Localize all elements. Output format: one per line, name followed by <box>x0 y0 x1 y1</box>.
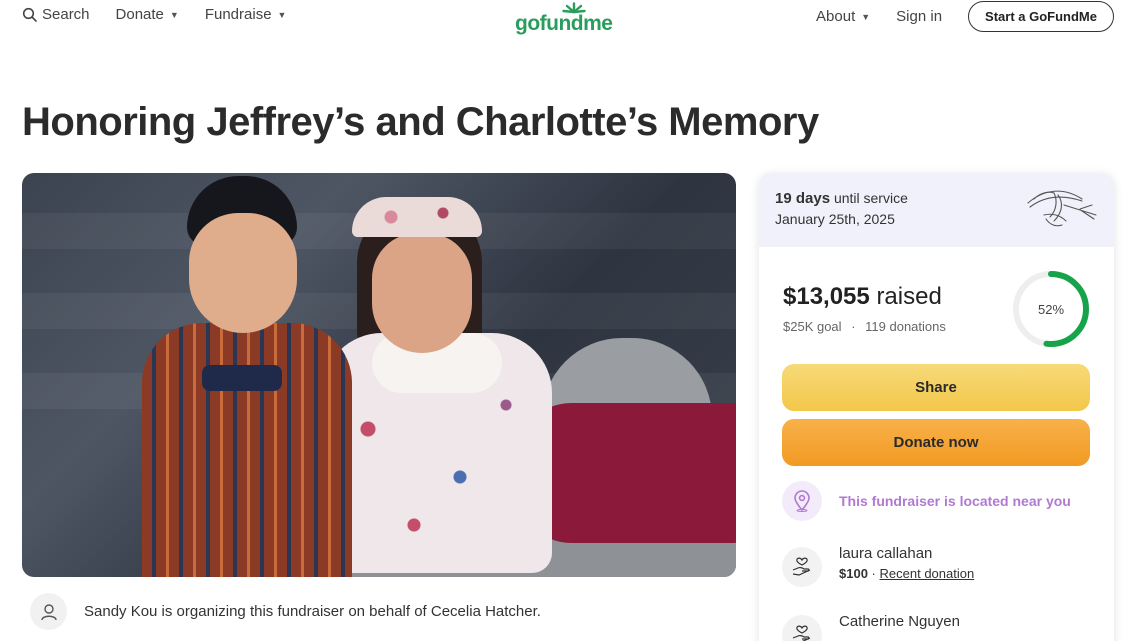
search-link[interactable]: Search <box>22 6 90 23</box>
service-banner: 19 days until service January 25th, 2025 <box>759 173 1114 247</box>
sign-in-link[interactable]: Sign in <box>896 8 942 25</box>
fundraiser-photo[interactable] <box>22 173 736 577</box>
raised-suffix: raised <box>876 283 942 310</box>
donation-card: 19 days until service January 25th, 2025… <box>759 173 1114 641</box>
about-menu-label: About <box>816 8 856 25</box>
donate-now-button[interactable]: Donate now <box>782 419 1090 466</box>
days-until: 19 days <box>775 190 831 207</box>
about-menu[interactable]: About ▼ <box>816 8 870 25</box>
recent-donation-link[interactable]: Recent donation <box>880 566 975 581</box>
boy-bowtie <box>202 365 282 391</box>
nav-left: Search Donate ▼ Fundraise ▼ <box>22 6 286 23</box>
search-label: Search <box>42 6 90 23</box>
separator-dot: · <box>851 319 856 334</box>
location-notice[interactable]: This fundraiser is located near you <box>782 481 1071 521</box>
lily-flower-icon <box>1027 190 1097 227</box>
boy-shirt <box>142 323 352 577</box>
organizer-row: Sandy Kou is organizing this fundraiser … <box>30 593 541 630</box>
share-button[interactable]: Share <box>782 364 1090 411</box>
donation-details: laura callahan $100 · Recent donation <box>839 545 974 581</box>
goal-row: $25K goal · 119 donations <box>783 319 946 334</box>
girl-headband <box>352 197 482 237</box>
start-gofundme-button[interactable]: Start a GoFundMe <box>968 1 1114 32</box>
donor-name: laura callahan <box>839 545 933 562</box>
top-navigation: Search Donate ▼ Fundraise ▼ gofundme Abo… <box>0 0 1140 40</box>
boy-figure <box>142 173 352 577</box>
gofundme-logo[interactable]: gofundme <box>515 2 625 36</box>
amount-raised: $13,055 raised <box>783 283 942 311</box>
chevron-down-icon: ▼ <box>861 11 871 22</box>
chevron-down-icon: ▼ <box>169 9 179 20</box>
raised-amount: $13,055 <box>783 283 870 310</box>
map-pin-icon <box>782 481 822 521</box>
fundraise-menu[interactable]: Fundraise ▼ <box>205 6 287 23</box>
page-title: Honoring Jeffrey’s and Charlotte’s Memor… <box>22 100 819 144</box>
donation-item: Catherine Nguyen <box>782 613 960 641</box>
logo-text: gofundme <box>515 12 613 35</box>
donation-item: laura callahan $100 · Recent donation <box>782 545 974 587</box>
progress-percent: 52% <box>1037 301 1065 317</box>
chevron-down-icon: ▼ <box>277 9 287 20</box>
goal-amount: $25K goal <box>783 319 842 334</box>
donation-details: Catherine Nguyen <box>839 613 960 634</box>
donation-meta: $100 · Recent donation <box>839 566 974 581</box>
user-icon <box>30 593 67 630</box>
donate-menu-label: Donate <box>115 6 164 23</box>
nav-right: About ▼ Sign in Start a GoFundMe <box>816 1 1114 32</box>
boy-face <box>189 213 297 333</box>
girl-face <box>372 233 472 353</box>
donate-menu[interactable]: Donate ▼ <box>116 6 179 23</box>
organizer-text: Sandy Kou is organizing this fundraiser … <box>84 603 541 620</box>
separator-dot: · <box>871 566 876 581</box>
hand-heart-icon <box>782 547 822 587</box>
until-text: until service <box>833 190 908 206</box>
search-icon <box>22 7 38 23</box>
donation-amount: $100 <box>839 566 868 581</box>
fundraise-menu-label: Fundraise <box>204 6 272 23</box>
progress-ring: 52% <box>1011 269 1091 349</box>
sign-in-label: Sign in <box>896 8 943 25</box>
hand-heart-icon <box>782 615 822 641</box>
location-text: This fundraiser is located near you <box>839 493 1071 509</box>
donations-count: 119 donations <box>865 319 946 334</box>
donor-name: Catherine Nguyen <box>839 613 960 630</box>
girl-figure <box>312 193 736 577</box>
